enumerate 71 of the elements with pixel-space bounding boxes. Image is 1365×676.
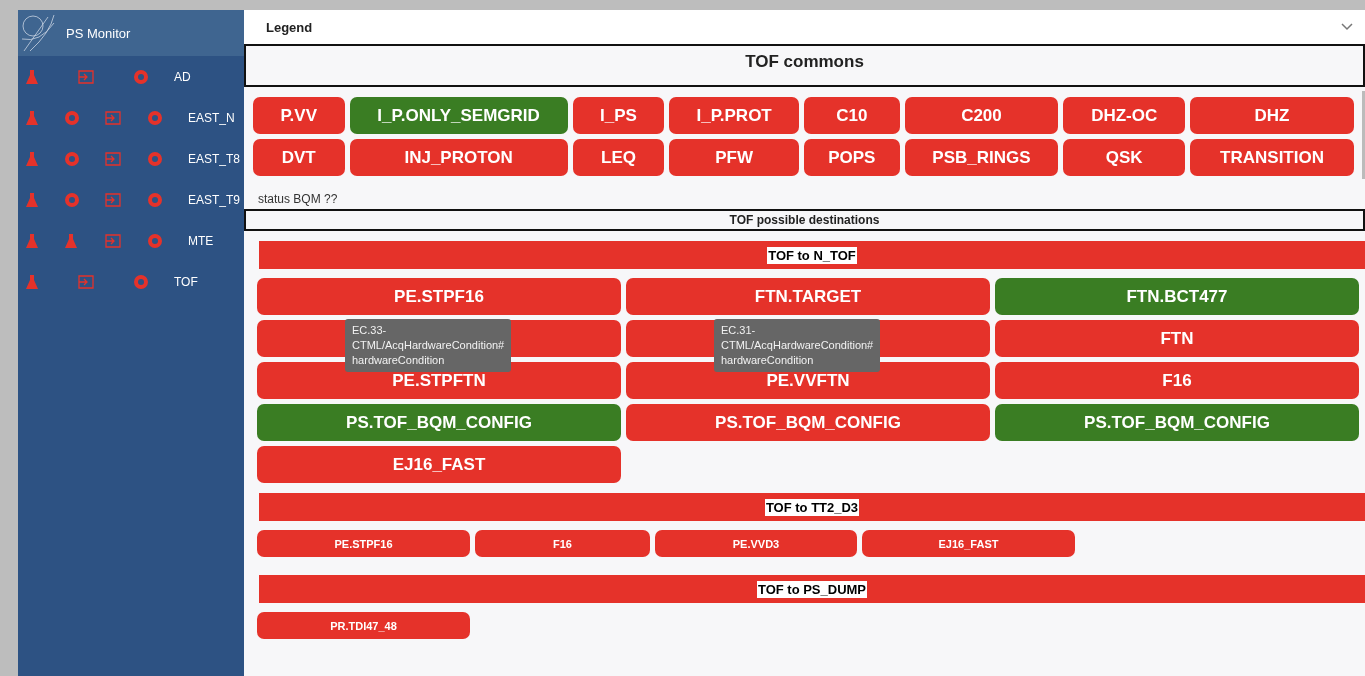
legend-title: Legend	[266, 19, 313, 35]
status-button[interactable]: F16	[475, 530, 650, 557]
sidebar-item[interactable]: MTE	[188, 233, 214, 248]
status-button[interactable]: FTN.TARGET	[626, 278, 990, 315]
status-button[interactable]: EJ16_FAST	[862, 530, 1075, 557]
ring-icon	[64, 151, 79, 166]
tooltip: EC.31- CTML/AcqHardwareCondition# hardwareCondition	[714, 319, 881, 372]
status-button[interactable]: F16	[995, 362, 1359, 399]
sidebar-item[interactable]: EAST_T9	[188, 192, 241, 207]
status-button[interactable]: C200	[904, 97, 1059, 134]
status-button[interactable]: P.VV	[253, 97, 345, 134]
status-button[interactable]: PS.TOF_BQM_CONFIG	[257, 404, 621, 441]
sidebar-item[interactable]: AD	[174, 69, 191, 84]
ring-icon	[64, 192, 79, 207]
status-button[interactable]: POPS	[804, 139, 900, 176]
flask-icon	[26, 233, 38, 248]
destination-title: TOF to TT2_D3	[764, 498, 860, 516]
status-button[interactable]: DHZ-OC	[1063, 97, 1186, 134]
status-button[interactable]: PE.VVD3	[655, 530, 857, 557]
exit-icon	[105, 192, 122, 207]
status-button[interactable]: PE.STPF16	[257, 530, 470, 557]
exit-icon	[78, 274, 94, 289]
status-button[interactable]: PS.TOF_BQM_CONFIG	[626, 404, 990, 441]
destination-title: TOF to PS_DUMP	[756, 580, 868, 598]
exit-icon	[104, 233, 121, 248]
status-button[interactable]: C10	[804, 97, 900, 134]
status-button[interactable]: PR.TDI47_48	[257, 612, 470, 639]
exit-icon	[105, 110, 122, 125]
status-button[interactable]: PFW	[669, 139, 799, 176]
ring-icon	[134, 69, 148, 84]
tooltip: EC.33- CTML/AcqHardwareCondition# hardwareCondition	[345, 319, 512, 372]
app-title: PS Monitor	[66, 25, 131, 41]
ring-icon	[134, 274, 148, 289]
status-button[interactable]: DVT	[253, 139, 345, 176]
flask-icon	[26, 110, 38, 125]
status-button[interactable]: DHZ	[1190, 97, 1354, 134]
status-button[interactable]: I_P.PROT	[669, 97, 799, 134]
status-button[interactable]: PSB_RINGS	[904, 139, 1059, 176]
flask-icon	[26, 151, 38, 166]
ring-icon	[148, 233, 162, 248]
flask-icon	[26, 274, 38, 289]
status-button[interactable]: PE.STPF16	[257, 278, 621, 315]
status-button[interactable]: I_P.ONLY_SEMGRID	[349, 97, 568, 134]
exit-icon	[78, 69, 94, 84]
section-title: TOF possible destinations	[244, 209, 1365, 231]
status-button[interactable]: LEQ	[572, 139, 665, 176]
status-button[interactable]: INJ_PROTON	[349, 139, 568, 176]
flask-icon	[26, 69, 38, 84]
chevron-icon	[1341, 23, 1353, 31]
sidebar-item[interactable]: TOF	[174, 274, 198, 289]
status-button[interactable]: FTN.BCT477	[995, 278, 1359, 315]
status-button[interactable]: TRANSITION	[1190, 139, 1354, 176]
status-button[interactable]: QSK	[1063, 139, 1186, 176]
exit-icon	[105, 151, 122, 166]
sidebar-item[interactable]: EAST_T8	[188, 151, 241, 166]
status-button[interactable]: PS.TOF_BQM_CONFIG	[995, 404, 1359, 441]
sidebar-item[interactable]: EAST_N	[188, 110, 235, 125]
ring-icon	[147, 192, 162, 207]
flask-icon	[65, 233, 78, 248]
ring-icon	[64, 110, 79, 125]
section-title: TOF commons	[244, 44, 1365, 87]
destination-title: TOF to N_TOF	[767, 246, 857, 264]
status-button[interactable]: FTN	[995, 320, 1359, 357]
legend-header[interactable]: Legend	[244, 10, 1365, 44]
status-button[interactable]: EJ16_FAST	[257, 446, 621, 483]
flask-icon	[26, 192, 38, 207]
status-text: status BQM ??	[257, 191, 339, 208]
status-button[interactable]: I_PS	[572, 97, 665, 134]
ring-icon	[147, 151, 162, 166]
logo-icon	[20, 13, 56, 53]
ring-icon	[147, 110, 162, 125]
